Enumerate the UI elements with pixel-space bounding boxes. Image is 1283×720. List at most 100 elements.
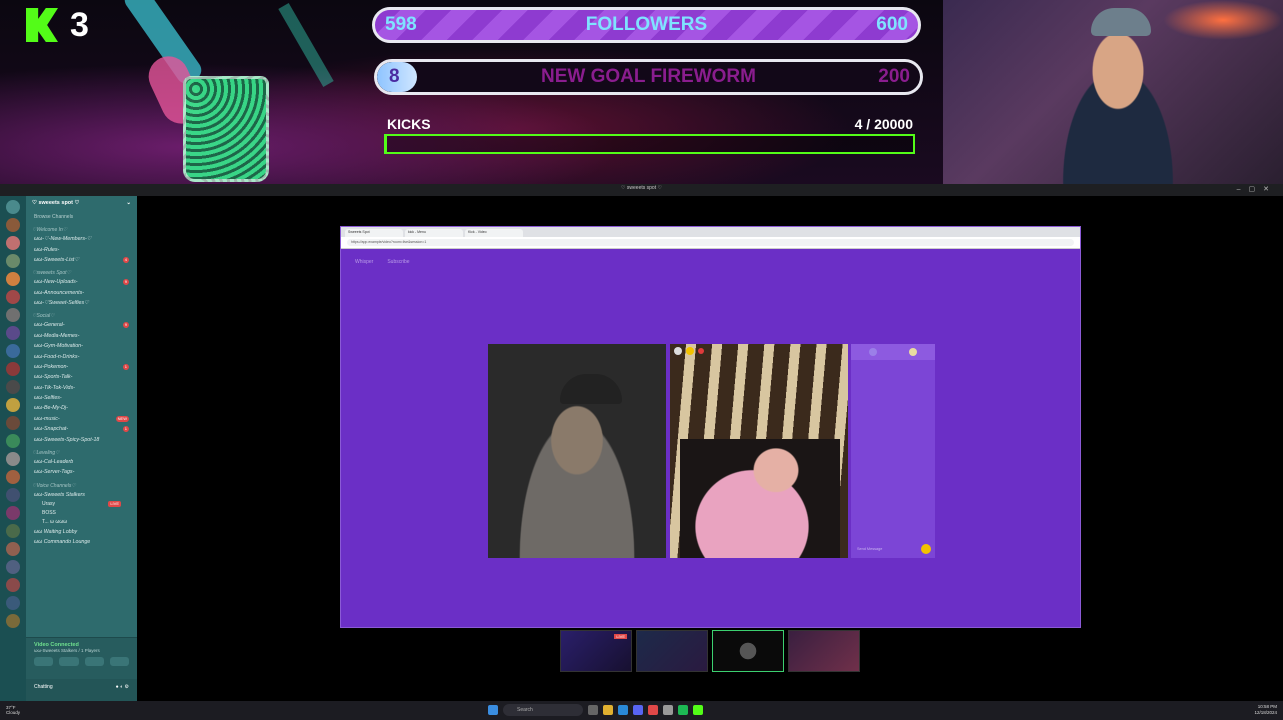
- emoji-icon[interactable]: [909, 348, 917, 356]
- server-icon[interactable]: [6, 254, 20, 268]
- neon-streak: [278, 3, 334, 87]
- soundboard-button[interactable]: [109, 657, 129, 666]
- window-titlebar[interactable]: ♡ sweeets spot ♡ –▢✕: [0, 184, 1283, 196]
- thumbnail[interactable]: [712, 630, 784, 672]
- gear-icon[interactable]: ⚙: [125, 684, 129, 690]
- server-icon[interactable]: [6, 218, 20, 232]
- category-label[interactable]: ♡Welcome In♡: [26, 222, 137, 234]
- server-icon[interactable]: [6, 578, 20, 592]
- window-controls[interactable]: –▢✕: [1237, 185, 1277, 193]
- voice-user[interactable]: Urasy LIVE: [26, 500, 137, 509]
- server-icon[interactable]: [6, 200, 20, 214]
- channel-item[interactable]: ωω-Rules-: [26, 244, 137, 254]
- channel-item[interactable]: ωω-Food-n-Drinks-: [26, 351, 137, 361]
- screenshare-button[interactable]: [59, 657, 79, 666]
- thumbnail[interactable]: LIVE: [560, 630, 632, 672]
- mic-icon[interactable]: ●: [116, 684, 119, 690]
- send-icon[interactable]: [921, 544, 931, 554]
- url-field[interactable]: https://app.example/video?room=live&sess…: [347, 239, 1074, 246]
- voice-channel-item[interactable]: ωω Waiting Lobby: [26, 527, 137, 537]
- video-tile-left[interactable]: [488, 344, 666, 558]
- nav-subscribe[interactable]: Subscribe: [387, 259, 409, 265]
- channel-item[interactable]: ωω-Announcements-: [26, 288, 137, 298]
- voice-channel-item[interactable]: ωω Commando Lounge: [26, 537, 137, 547]
- close-icon[interactable]: ✕: [1263, 186, 1277, 193]
- browser-tab[interactable]: kick - Menu: [405, 229, 463, 237]
- browser-tab[interactable]: Sweeets Spot: [345, 229, 403, 237]
- channel-item[interactable]: ωω-♡-New-Members-♡: [26, 234, 137, 244]
- task-view-icon[interactable]: [588, 705, 598, 715]
- category-label[interactable]: ♡Leveling♡: [26, 445, 137, 457]
- headphones-icon[interactable]: ◐: [120, 684, 123, 690]
- server-icon[interactable]: [6, 236, 20, 250]
- channel-item[interactable]: ωω-Tik-Tok-Vids-: [26, 383, 137, 393]
- file-explorer-icon[interactable]: [603, 705, 613, 715]
- weather-widget[interactable]: 37°F Cloudy: [6, 705, 20, 715]
- server-icon[interactable]: [6, 470, 20, 484]
- channel-item[interactable]: ωω-Selfies-: [26, 393, 137, 403]
- server-icon[interactable]: [6, 362, 20, 376]
- channel-item[interactable]: ωω-Sweeets-Spicy-Spot-18: [26, 434, 137, 444]
- app-icon[interactable]: [663, 705, 673, 715]
- voice-user[interactable]: T... ω ωωω: [26, 518, 137, 527]
- kick-icon[interactable]: [693, 705, 703, 715]
- channel-item[interactable]: ωω-Cal-Leaderb: [26, 457, 137, 467]
- channel-name: ωω-Media-Memes-: [34, 332, 80, 339]
- server-icon[interactable]: [6, 560, 20, 574]
- thumbnail[interactable]: [788, 630, 860, 672]
- server-icon[interactable]: [6, 542, 20, 556]
- start-icon[interactable]: [488, 705, 498, 715]
- app-icon[interactable]: [648, 705, 658, 715]
- server-icon[interactable]: [6, 614, 20, 628]
- channel-item[interactable]: ωω-New-Uploads- 9: [26, 277, 137, 287]
- camera-button[interactable]: [34, 657, 54, 666]
- server-icon[interactable]: [6, 524, 20, 538]
- server-icon[interactable]: [6, 488, 20, 502]
- server-icon[interactable]: [6, 308, 20, 322]
- server-icon[interactable]: [6, 398, 20, 412]
- channel-item[interactable]: ωω-Media-Memes-: [26, 331, 137, 341]
- server-icon[interactable]: [6, 596, 20, 610]
- channel-item[interactable]: ωω-Pokemon- 1: [26, 362, 137, 372]
- category-label[interactable]: ♡sweeets Spot♡: [26, 265, 137, 277]
- discord-icon[interactable]: [633, 705, 643, 715]
- nav-whisper[interactable]: Whisper: [355, 259, 373, 265]
- server-icon[interactable]: [6, 290, 20, 304]
- taskbar-search[interactable]: Search: [503, 704, 583, 716]
- server-icon[interactable]: [6, 506, 20, 520]
- channel-item[interactable]: ωω-music- NEW: [26, 414, 137, 424]
- minimize-icon[interactable]: –: [1237, 186, 1249, 193]
- video-tile-right[interactable]: [670, 344, 848, 558]
- spotify-icon[interactable]: [678, 705, 688, 715]
- server-icon[interactable]: [6, 416, 20, 430]
- server-icon[interactable]: [6, 380, 20, 394]
- server-icon[interactable]: [6, 344, 20, 358]
- server-icon[interactable]: [6, 434, 20, 448]
- edge-icon[interactable]: [618, 705, 628, 715]
- browse-channels-link[interactable]: Browse Channels: [26, 212, 137, 222]
- channel-item[interactable]: ωω-Snapchat- 1: [26, 424, 137, 434]
- maximize-icon[interactable]: ▢: [1249, 186, 1264, 193]
- channel-item[interactable]: ωω-Sweeets-List♡ 4: [26, 255, 137, 265]
- user-panel[interactable]: Chatting ● ◐ ⚙: [26, 679, 137, 701]
- channel-item[interactable]: ωω-General- 9: [26, 320, 137, 330]
- category-label[interactable]: ♡Social♡: [26, 308, 137, 320]
- voice-user[interactable]: BOSS: [26, 509, 137, 518]
- browser-tab[interactable]: Kick - Video: [465, 229, 523, 237]
- channel-item[interactable]: ωω-Be-My-Dj-: [26, 403, 137, 413]
- channel-item[interactable]: ωω-Sports-Talk-: [26, 372, 137, 382]
- server-icon[interactable]: [6, 326, 20, 340]
- channel-item[interactable]: ωω-Gym-Motivation-: [26, 341, 137, 351]
- channel-item[interactable]: ωω-Sweeets Stalkers: [26, 490, 137, 500]
- thumbnail[interactable]: [636, 630, 708, 672]
- server-icon[interactable]: [6, 452, 20, 466]
- server-header[interactable]: ♡ sweeets spot ♡ ⌄: [26, 196, 137, 212]
- plus-icon[interactable]: [869, 348, 877, 356]
- channel-item[interactable]: ωω-♡Sweeet-Selfies♡: [26, 298, 137, 308]
- system-tray[interactable]: 10:58 PM 12/18/2024: [1254, 704, 1277, 716]
- activity-button[interactable]: [84, 657, 104, 666]
- server-icon[interactable]: [6, 272, 20, 286]
- channel-item[interactable]: ωω-Server-Tags-: [26, 467, 137, 477]
- chevron-down-icon[interactable]: ⌄: [126, 200, 131, 208]
- category-label[interactable]: ♡Voice Channels♡: [26, 478, 137, 490]
